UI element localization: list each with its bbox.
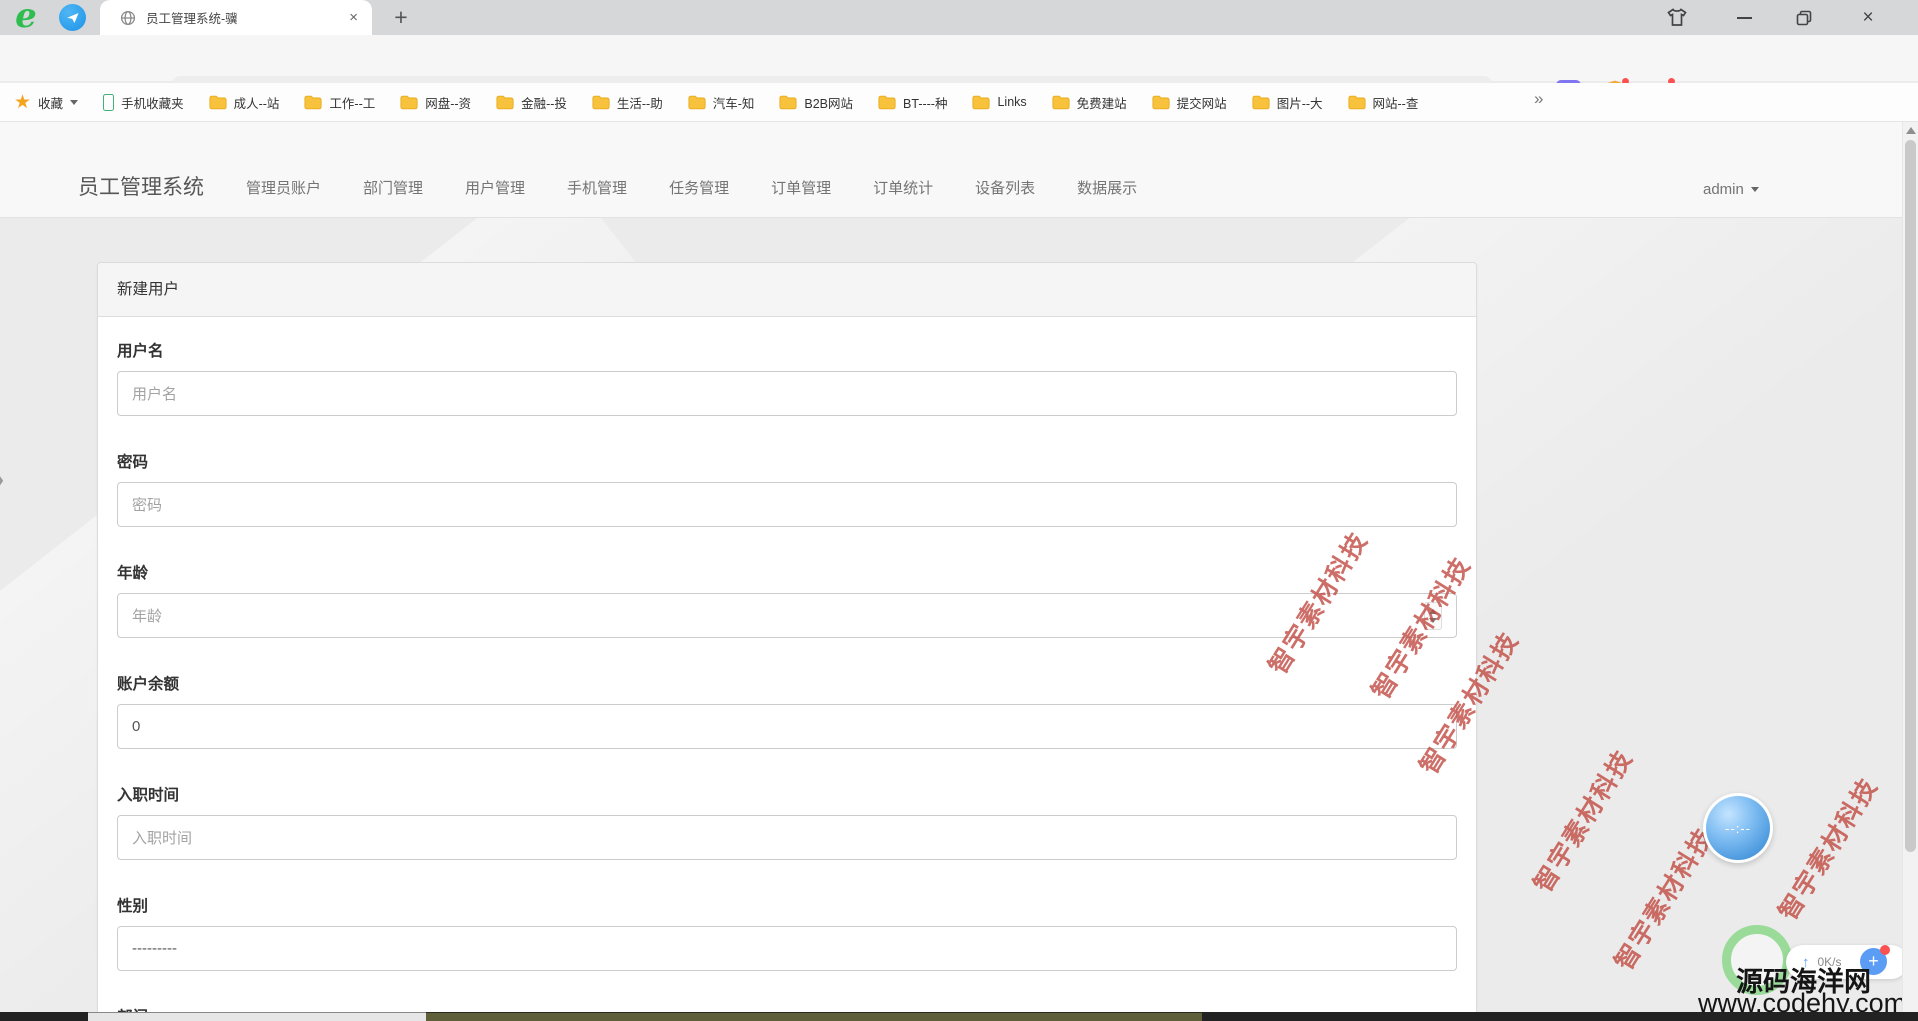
- folder-icon: [688, 95, 706, 110]
- folder-icon: [972, 95, 990, 110]
- form-group: 入职时间入职时间: [117, 785, 1457, 860]
- input-field[interactable]: 0: [117, 704, 1457, 749]
- globe-icon: [120, 10, 136, 26]
- form-group: 用户名用户名: [117, 341, 1457, 416]
- navbar-link[interactable]: 部门管理: [363, 177, 423, 198]
- navbar-link[interactable]: 管理员账户: [246, 177, 321, 198]
- theme-shirt-icon[interactable]: [1655, 0, 1699, 35]
- field-label: 年龄: [117, 563, 1457, 584]
- site-navbar: 员工管理系统 管理员账户 部门管理 用户管理 手机管理 任务管理 订单管理 订单统计 设备列表…: [0, 122, 1918, 218]
- navbar-link[interactable]: 设备列表: [975, 177, 1035, 198]
- folder-icon: [1348, 95, 1366, 110]
- folder-icon: [209, 95, 227, 110]
- bookmarks-bar: ★ 收藏 手机收藏夹 成人--站 工作--工 网盘--资 金融--投 生活--助 汽车-知…: [0, 83, 1918, 122]
- bookmark-folder[interactable]: B2B网站: [779, 93, 853, 112]
- window-close-icon[interactable]: ×: [1846, 0, 1890, 35]
- user-menu[interactable]: admin: [1703, 181, 1759, 198]
- phone-icon: [103, 94, 114, 111]
- notification-dot: [1880, 945, 1890, 955]
- bookmark-folder[interactable]: 工作--工: [304, 93, 375, 112]
- field-label: 性别: [117, 896, 1457, 917]
- bookmark-folder[interactable]: BT----种: [878, 93, 947, 112]
- bookmark-folder[interactable]: 生活--助: [592, 93, 663, 112]
- page-viewport: 员工管理系统 管理员账户 部门管理 用户管理 手机管理 任务管理 订单管理 订单统计 设备列表…: [0, 122, 1918, 1021]
- navbar-link[interactable]: 任务管理: [669, 177, 729, 198]
- bookmark-folder[interactable]: 网盘--资: [400, 93, 471, 112]
- form-group: 密码密码: [117, 452, 1457, 527]
- form-group: 年龄年龄: [117, 563, 1457, 638]
- bookmark-phone-folder[interactable]: 手机收藏夹: [103, 93, 184, 112]
- favorites-button[interactable]: ★ 收藏: [14, 93, 78, 112]
- navbar-link[interactable]: 用户管理: [465, 177, 525, 198]
- star-icon: ★: [14, 93, 31, 112]
- bookmark-folder[interactable]: Links: [972, 95, 1026, 110]
- input-field[interactable]: 密码: [117, 482, 1457, 527]
- bookmark-folder[interactable]: 网站--查: [1348, 93, 1419, 112]
- browser-tab[interactable]: 员工管理系统-骥 ×: [100, 0, 372, 35]
- input-field[interactable]: 用户名: [117, 371, 1457, 416]
- watermark-text: 智宇素材科技: [1769, 770, 1885, 926]
- navbar-link[interactable]: 订单统计: [873, 177, 933, 198]
- tab-title: 员工管理系统-骥: [146, 8, 349, 27]
- bookmark-folder[interactable]: 汽车-知: [688, 93, 755, 112]
- folder-icon: [304, 95, 322, 110]
- scroll-up-arrow-icon[interactable]: [1906, 127, 1916, 134]
- folder-icon: [496, 95, 514, 110]
- floating-clock-widget[interactable]: --:--: [1703, 793, 1773, 863]
- browser-tab-bar: e 员工管理系统-骥 × + ×: [0, 0, 1918, 35]
- taskbar-edge: [0, 1012, 1918, 1021]
- minimize-button[interactable]: [1722, 0, 1766, 35]
- form-group: 性别 ---------: [117, 896, 1457, 971]
- bookmark-folder[interactable]: 金融--投: [496, 93, 567, 112]
- folder-icon: [1252, 95, 1270, 110]
- folder-icon: [592, 95, 610, 110]
- folder-icon: [1152, 95, 1170, 110]
- browser-logo-icon[interactable]: e: [8, 0, 44, 34]
- new-tab-button[interactable]: +: [386, 2, 416, 32]
- folder-icon: [779, 95, 797, 110]
- folder-icon: [400, 95, 418, 110]
- panel-title: 新建用户: [98, 263, 1476, 317]
- bookmark-folder[interactable]: 图片--大: [1252, 93, 1323, 112]
- caret-down-icon: [1751, 187, 1759, 192]
- bookmark-folder[interactable]: 免费建站: [1052, 93, 1127, 112]
- field-label: 账户余额: [117, 674, 1457, 695]
- folder-icon: [878, 95, 896, 110]
- bookmarks-overflow-button[interactable]: »: [1534, 89, 1543, 109]
- watermark-text: 智宇素材科技: [1605, 820, 1721, 976]
- select-field[interactable]: ---------: [117, 926, 1457, 971]
- tab-close-icon[interactable]: ×: [349, 9, 358, 26]
- form-group: 账户余额 0: [117, 674, 1457, 749]
- field-label: 入职时间: [117, 785, 1457, 806]
- bookmark-folder[interactable]: 提交网站: [1152, 93, 1227, 112]
- form-fields: 用户名用户名密码密码年龄年龄账户余额0入职时间入职时间性别---------部门: [98, 317, 1476, 1021]
- watermark-text: 智宇素材科技: [1524, 742, 1640, 898]
- navbar-link[interactable]: 手机管理: [567, 177, 627, 198]
- caret-down-icon: [70, 100, 78, 105]
- bookmark-folder[interactable]: 成人--站: [209, 93, 280, 112]
- navbar-links: 管理员账户 部门管理 用户管理 手机管理 任务管理 订单管理 订单统计 设备列表 数据展示: [246, 177, 1137, 198]
- field-label: 密码: [117, 452, 1457, 473]
- navbar-link[interactable]: 数据展示: [1077, 177, 1137, 198]
- scrollbar-thumb[interactable]: [1905, 140, 1916, 852]
- browser-toolbar: http://127.0.0.1:8000/user/model/form/ad…: [0, 35, 1918, 82]
- restore-button[interactable]: [1782, 0, 1826, 35]
- input-field[interactable]: 年龄: [117, 593, 1457, 638]
- input-field[interactable]: 入职时间: [117, 815, 1457, 860]
- side-panel-toggle[interactable]: ›: [0, 466, 4, 494]
- page-scrollbar[interactable]: [1902, 122, 1918, 1021]
- paper-plane-icon[interactable]: [59, 4, 86, 31]
- field-label: 用户名: [117, 341, 1457, 362]
- navbar-link[interactable]: 订单管理: [771, 177, 831, 198]
- site-brand[interactable]: 员工管理系统: [78, 171, 204, 201]
- folder-icon: [1052, 95, 1070, 110]
